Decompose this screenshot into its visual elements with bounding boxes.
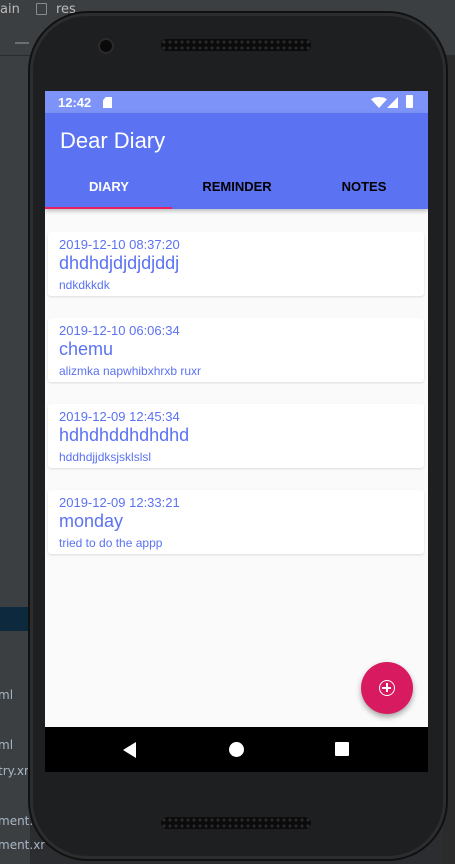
entry-title: dhdhdjdjdjdjddj [59, 253, 180, 273]
entry-title: monday [59, 511, 124, 531]
front-camera [100, 40, 112, 52]
entry-body: ndkdkkdk [59, 278, 110, 292]
folder-icon [36, 3, 47, 15]
device-screen: 12:42 Dear Diary DIARY REMINDER NOTES 20… [45, 91, 428, 772]
entry-date: 2019-12-09 12:33:21 [59, 495, 180, 510]
navigation-bar [45, 727, 428, 772]
ide-crumb-main[interactable]: ain [0, 2, 20, 17]
entry-date: 2019-12-09 12:45:34 [59, 409, 180, 424]
tab-indicator [45, 207, 172, 209]
entry-title: hdhdhddhdhdhd [59, 425, 190, 445]
collapse-icon[interactable] [15, 42, 29, 44]
ide-file-item[interactable]: ment.xr [0, 838, 45, 852]
diary-entry-card[interactable]: 2019-12-09 12:45:34 hdhdhddhdhdhd hddhdj… [48, 404, 424, 468]
entry-body: hddhdjjdksjsklslsl [59, 450, 152, 464]
entry-date: 2019-12-10 08:37:20 [59, 237, 180, 252]
ide-file-item[interactable]: ml [0, 688, 13, 702]
sd-card-icon [103, 97, 112, 108]
entry-title: chemu [59, 339, 114, 359]
diary-entry-card[interactable]: 2019-12-10 08:37:20 dhdhdjdjdjdjddj ndkd… [48, 232, 424, 296]
back-icon[interactable] [123, 742, 136, 758]
app-bar: Dear Diary DIARY REMINDER NOTES [45, 113, 428, 209]
signal-icon [387, 97, 398, 108]
entry-body: alizmka napwhibxhrxb ruxr [59, 364, 202, 378]
wifi-icon [371, 97, 387, 108]
diary-entry-card[interactable]: 2019-12-10 06:06:34 chemu alizmka napwhi… [48, 318, 424, 382]
home-icon[interactable] [229, 742, 244, 757]
diary-entry-card[interactable]: 2019-12-09 12:33:21 monday tried to do t… [48, 490, 424, 554]
top-speaker-grille [161, 39, 311, 51]
entry-body: tried to do the appp [59, 536, 163, 550]
ide-file-item[interactable]: try.xr [0, 764, 29, 778]
ide-file-item[interactable]: ml [0, 738, 13, 752]
tab-reminder[interactable]: REMINDER [173, 179, 301, 194]
status-time: 12:42 [58, 95, 92, 110]
status-bar: 12:42 [45, 91, 428, 113]
tab-diary[interactable]: DIARY [45, 179, 173, 194]
bottom-speaker-grille [161, 817, 311, 829]
entry-date: 2019-12-10 06:06:34 [59, 323, 180, 338]
app-title: Dear Diary [60, 128, 166, 153]
recents-icon[interactable] [335, 742, 349, 756]
battery-icon [406, 95, 413, 108]
tab-notes[interactable]: NOTES [300, 179, 428, 194]
add-circle-icon [379, 680, 395, 696]
add-entry-button[interactable] [361, 662, 413, 714]
ide-selected-item[interactable] [0, 607, 30, 631]
